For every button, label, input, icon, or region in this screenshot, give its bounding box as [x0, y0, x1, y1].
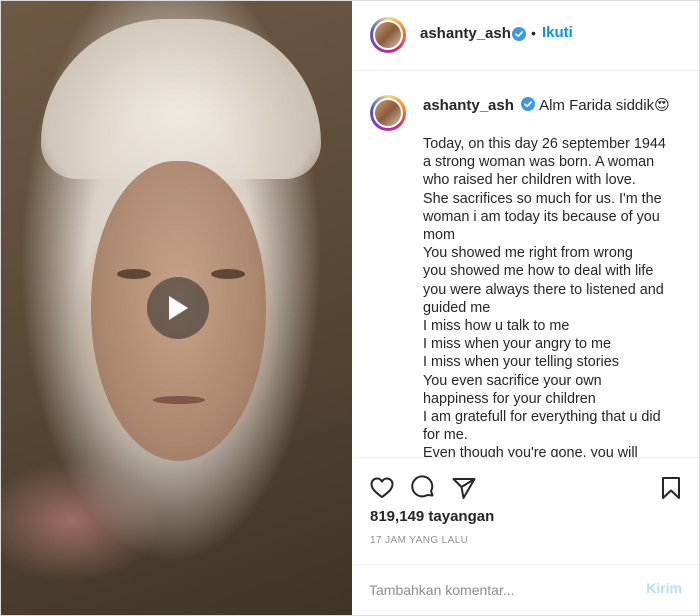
play-icon: [169, 296, 188, 320]
caption-author-username[interactable]: ashanty_ash: [423, 97, 514, 114]
left-eye-shape: [117, 269, 151, 279]
caption-title: ashanty_ash Alm Farida siddik😍: [423, 96, 670, 114]
author-username[interactable]: ashanty_ash: [420, 25, 511, 42]
post-modal: ashanty_ash • Ikuti ashanty_ash Alm Fari…: [0, 0, 700, 616]
bookmark-icon[interactable]: [658, 475, 684, 501]
send-comment-button[interactable]: Kirim: [646, 580, 682, 596]
caption-author-avatar[interactable]: [370, 95, 406, 131]
comment-input[interactable]: [369, 579, 619, 601]
verified-badge-icon: [512, 27, 526, 41]
caption-scroll-area[interactable]: ashanty_ash Alm Farida siddik😍 Today, on…: [353, 71, 699, 457]
share-icon[interactable]: [451, 475, 477, 501]
play-button[interactable]: [147, 277, 209, 339]
caption-body-text: Today, on this day 26 september 1944 a s…: [423, 136, 666, 457]
heart-icon[interactable]: [369, 475, 395, 501]
post-header: ashanty_ash • Ikuti: [353, 1, 699, 71]
author-avatar[interactable]: [370, 17, 406, 53]
comment-icon[interactable]: [410, 475, 436, 501]
mouth-shape: [153, 396, 205, 404]
hijab-shape: [41, 19, 321, 179]
post-timestamp[interactable]: 17 JAM YANG LALU: [370, 535, 468, 546]
caption-head-text: Alm Farida siddik😍: [539, 97, 670, 114]
separator-dot: •: [531, 25, 536, 41]
post-side-panel: ashanty_ash • Ikuti ashanty_ash Alm Fari…: [353, 1, 699, 615]
verified-badge-icon: [521, 97, 536, 111]
view-count[interactable]: 819,149 tayangan: [370, 508, 494, 525]
follow-button[interactable]: Ikuti: [542, 24, 573, 41]
post-actions: 819,149 tayangan 17 JAM YANG LALU: [353, 457, 699, 578]
comment-bar: Kirim: [353, 564, 699, 616]
post-video[interactable]: [1, 1, 352, 615]
right-eye-shape: [211, 269, 245, 279]
